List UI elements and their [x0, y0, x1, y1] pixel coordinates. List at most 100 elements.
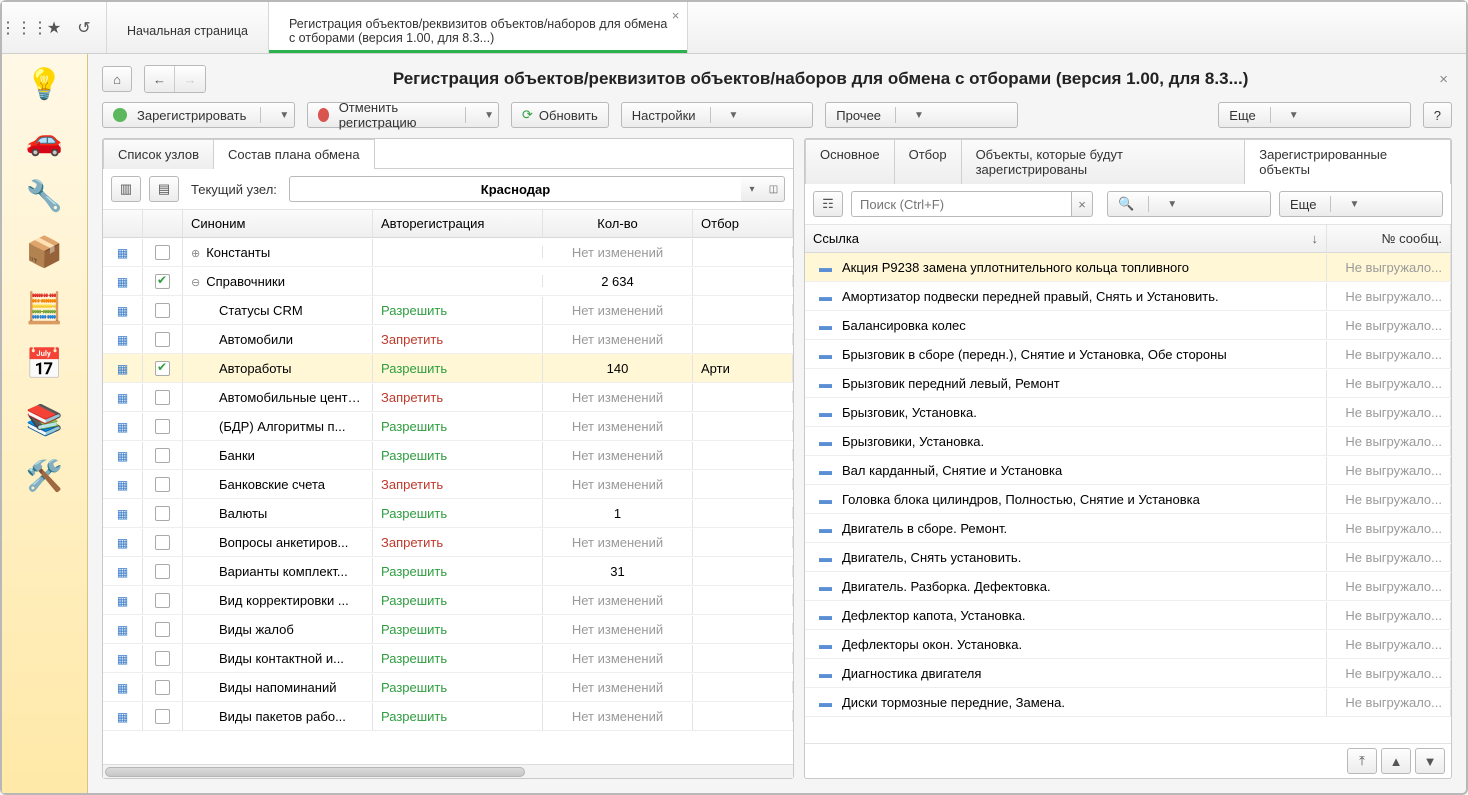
- tab-registration[interactable]: Регистрация объектов/реквизитов объектов…: [269, 2, 688, 53]
- checkbox[interactable]: [155, 332, 170, 347]
- clear-search-icon[interactable]: ×: [1071, 191, 1093, 217]
- close-icon[interactable]: ×: [672, 8, 680, 23]
- table-row[interactable]: ▦Автомобильные центрыЗапретитьНет измене…: [103, 383, 793, 412]
- checkbox[interactable]: [155, 419, 170, 434]
- checkbox[interactable]: [155, 448, 170, 463]
- register-button[interactable]: Зарегистрировать▼: [102, 102, 295, 128]
- more-button[interactable]: Еще▼: [1218, 102, 1411, 128]
- current-node-input[interactable]: [289, 176, 741, 202]
- checkbox[interactable]: [155, 593, 170, 608]
- search-input[interactable]: [851, 191, 1071, 217]
- col-count[interactable]: Кол-во: [543, 210, 693, 237]
- list-item[interactable]: ▬Диагностика двигателяНе выгружало...: [805, 659, 1451, 688]
- table-row[interactable]: ▦Статусы CRMРазрешитьНет изменений: [103, 296, 793, 325]
- table-row[interactable]: ▦АвтомобилиЗапретитьНет изменений: [103, 325, 793, 354]
- filter-icon[interactable]: ☶: [813, 191, 843, 217]
- col-link[interactable]: Ссылка↓: [805, 225, 1327, 252]
- checkbox[interactable]: [155, 680, 170, 695]
- table-row[interactable]: ▦Виды жалобРазрешитьНет изменений: [103, 615, 793, 644]
- home-button[interactable]: ⌂: [102, 66, 132, 92]
- table-row[interactable]: ▦Варианты комплект...Разрешить31: [103, 557, 793, 586]
- table-row[interactable]: ▦Банковские счетаЗапретитьНет изменений: [103, 470, 793, 499]
- section-abacus-icon[interactable]: 🧮: [16, 286, 74, 330]
- list-item[interactable]: ▬Дефлекторы окон. Установка.Не выгружало…: [805, 630, 1451, 659]
- table-row[interactable]: ▦АвтоработыРазрешить140Арти: [103, 354, 793, 383]
- list-item[interactable]: ▬Брызговик, Установка.Не выгружало...: [805, 398, 1451, 427]
- list-item[interactable]: ▬Вал карданный, Снятие и УстановкаНе выг…: [805, 456, 1451, 485]
- table-row[interactable]: ▦Виды пакетов рабо...РазрешитьНет измене…: [103, 702, 793, 731]
- tree-toggle-icon[interactable]: ⊖: [191, 277, 200, 289]
- back-button[interactable]: ←: [145, 66, 175, 92]
- checkbox[interactable]: [155, 303, 170, 318]
- section-desktop-icon[interactable]: 💡: [16, 62, 74, 106]
- tab-home[interactable]: Начальная страница: [107, 2, 269, 53]
- col-msg[interactable]: № сообщ.: [1327, 225, 1451, 252]
- section-books-icon[interactable]: 📚: [16, 398, 74, 442]
- section-box-icon[interactable]: 📦: [16, 230, 74, 274]
- list-item[interactable]: ▬Балансировка колесНе выгружало...: [805, 311, 1451, 340]
- checkbox[interactable]: [155, 361, 170, 376]
- right-more-button[interactable]: Еще▼: [1279, 191, 1443, 217]
- favorite-icon[interactable]: ★: [42, 16, 66, 40]
- right-tab-willreg[interactable]: Объекты, которые будут зарегистрированы: [961, 139, 1246, 184]
- checkbox[interactable]: [155, 622, 170, 637]
- section-calendar-icon[interactable]: 📅: [16, 342, 74, 386]
- checkbox[interactable]: [155, 709, 170, 724]
- section-car-icon[interactable]: 🚗: [16, 118, 74, 162]
- refresh-button[interactable]: ⟳ Обновить: [511, 102, 609, 128]
- node-dropdown-icon[interactable]: ▾: [741, 176, 763, 202]
- table-row[interactable]: ▦Виды напоминанийРазрешитьНет изменений: [103, 673, 793, 702]
- list-item[interactable]: ▬Дефлектор капота, Установка.Не выгружал…: [805, 601, 1451, 630]
- go-down-icon[interactable]: ▼: [1415, 748, 1445, 774]
- list-item[interactable]: ▬Двигатель. Разборка. Дефектовка.Не выгр…: [805, 572, 1451, 601]
- apps-icon[interactable]: ⋮⋮⋮: [12, 16, 36, 40]
- unregister-button[interactable]: Отменить регистрацию▼: [307, 102, 500, 128]
- checkbox[interactable]: [155, 535, 170, 550]
- table-row[interactable]: ▦Вопросы анкетиров...ЗапретитьНет измене…: [103, 528, 793, 557]
- search-button[interactable]: 🔍▼: [1107, 191, 1271, 217]
- checkbox[interactable]: [155, 564, 170, 579]
- go-up-icon[interactable]: ▲: [1381, 748, 1411, 774]
- table-row[interactable]: ▦⊖Справочники2 634: [103, 267, 793, 296]
- section-tools-icon[interactable]: 🛠️: [16, 454, 74, 498]
- collapse-tree-icon[interactable]: ▤: [149, 176, 179, 202]
- other-button[interactable]: Прочее▼: [825, 102, 1018, 128]
- section-service-icon[interactable]: 🔧: [16, 174, 74, 218]
- list-item[interactable]: ▬Акция Р9238 замена уплотнительного коль…: [805, 253, 1451, 282]
- history-icon[interactable]: ↺: [72, 16, 96, 40]
- checkbox[interactable]: [155, 506, 170, 521]
- list-item[interactable]: ▬Диски тормозные передние, Замена.Не выг…: [805, 688, 1451, 717]
- goto-top-icon[interactable]: ⤒: [1347, 748, 1377, 774]
- checkbox[interactable]: [155, 245, 170, 260]
- table-row[interactable]: ▦Вид корректировки ...РазрешитьНет измен…: [103, 586, 793, 615]
- table-row[interactable]: ▦(БДР) Алгоритмы п...РазрешитьНет измене…: [103, 412, 793, 441]
- settings-button[interactable]: Настройки▼: [621, 102, 814, 128]
- table-row[interactable]: ▦⊕КонстантыНет изменений: [103, 238, 793, 267]
- right-tab-filter[interactable]: Отбор: [894, 139, 962, 184]
- right-tab-main[interactable]: Основное: [805, 139, 895, 184]
- node-open-icon[interactable]: ◫: [763, 176, 785, 202]
- close-page-icon[interactable]: ×: [1435, 71, 1452, 88]
- hscrollbar[interactable]: [103, 764, 793, 778]
- tree-toggle-icon[interactable]: ⊕: [191, 248, 200, 260]
- list-item[interactable]: ▬Брызговик передний левый, РемонтНе выгр…: [805, 369, 1451, 398]
- checkbox[interactable]: [155, 651, 170, 666]
- right-tab-registered[interactable]: Зарегистрированные объекты: [1244, 139, 1451, 184]
- col-filter[interactable]: Отбор: [693, 210, 793, 237]
- col-autoreg[interactable]: Авторегистрация: [373, 210, 543, 237]
- table-row[interactable]: ▦Виды контактной и...РазрешитьНет измене…: [103, 644, 793, 673]
- checkbox[interactable]: [155, 274, 170, 289]
- help-button[interactable]: ?: [1423, 102, 1452, 128]
- list-item[interactable]: ▬Головка блока цилиндров, Полностью, Сня…: [805, 485, 1451, 514]
- left-tab-plan[interactable]: Состав плана обмена: [213, 139, 375, 169]
- list-item[interactable]: ▬Амортизатор подвески передней правый, С…: [805, 282, 1451, 311]
- list-item[interactable]: ▬Брызговик в сборе (передн.), Снятие и У…: [805, 340, 1451, 369]
- checkbox[interactable]: [155, 477, 170, 492]
- table-row[interactable]: ▦БанкиРазрешитьНет изменений: [103, 441, 793, 470]
- col-synonym[interactable]: Синоним: [183, 210, 373, 237]
- list-item[interactable]: ▬Двигатель, Снять установить.Не выгружал…: [805, 543, 1451, 572]
- list-item[interactable]: ▬Двигатель в сборе. Ремонт.Не выгружало.…: [805, 514, 1451, 543]
- left-tab-nodes[interactable]: Список узлов: [103, 139, 214, 169]
- table-row[interactable]: ▦ВалютыРазрешить1: [103, 499, 793, 528]
- forward-button[interactable]: →: [175, 66, 205, 92]
